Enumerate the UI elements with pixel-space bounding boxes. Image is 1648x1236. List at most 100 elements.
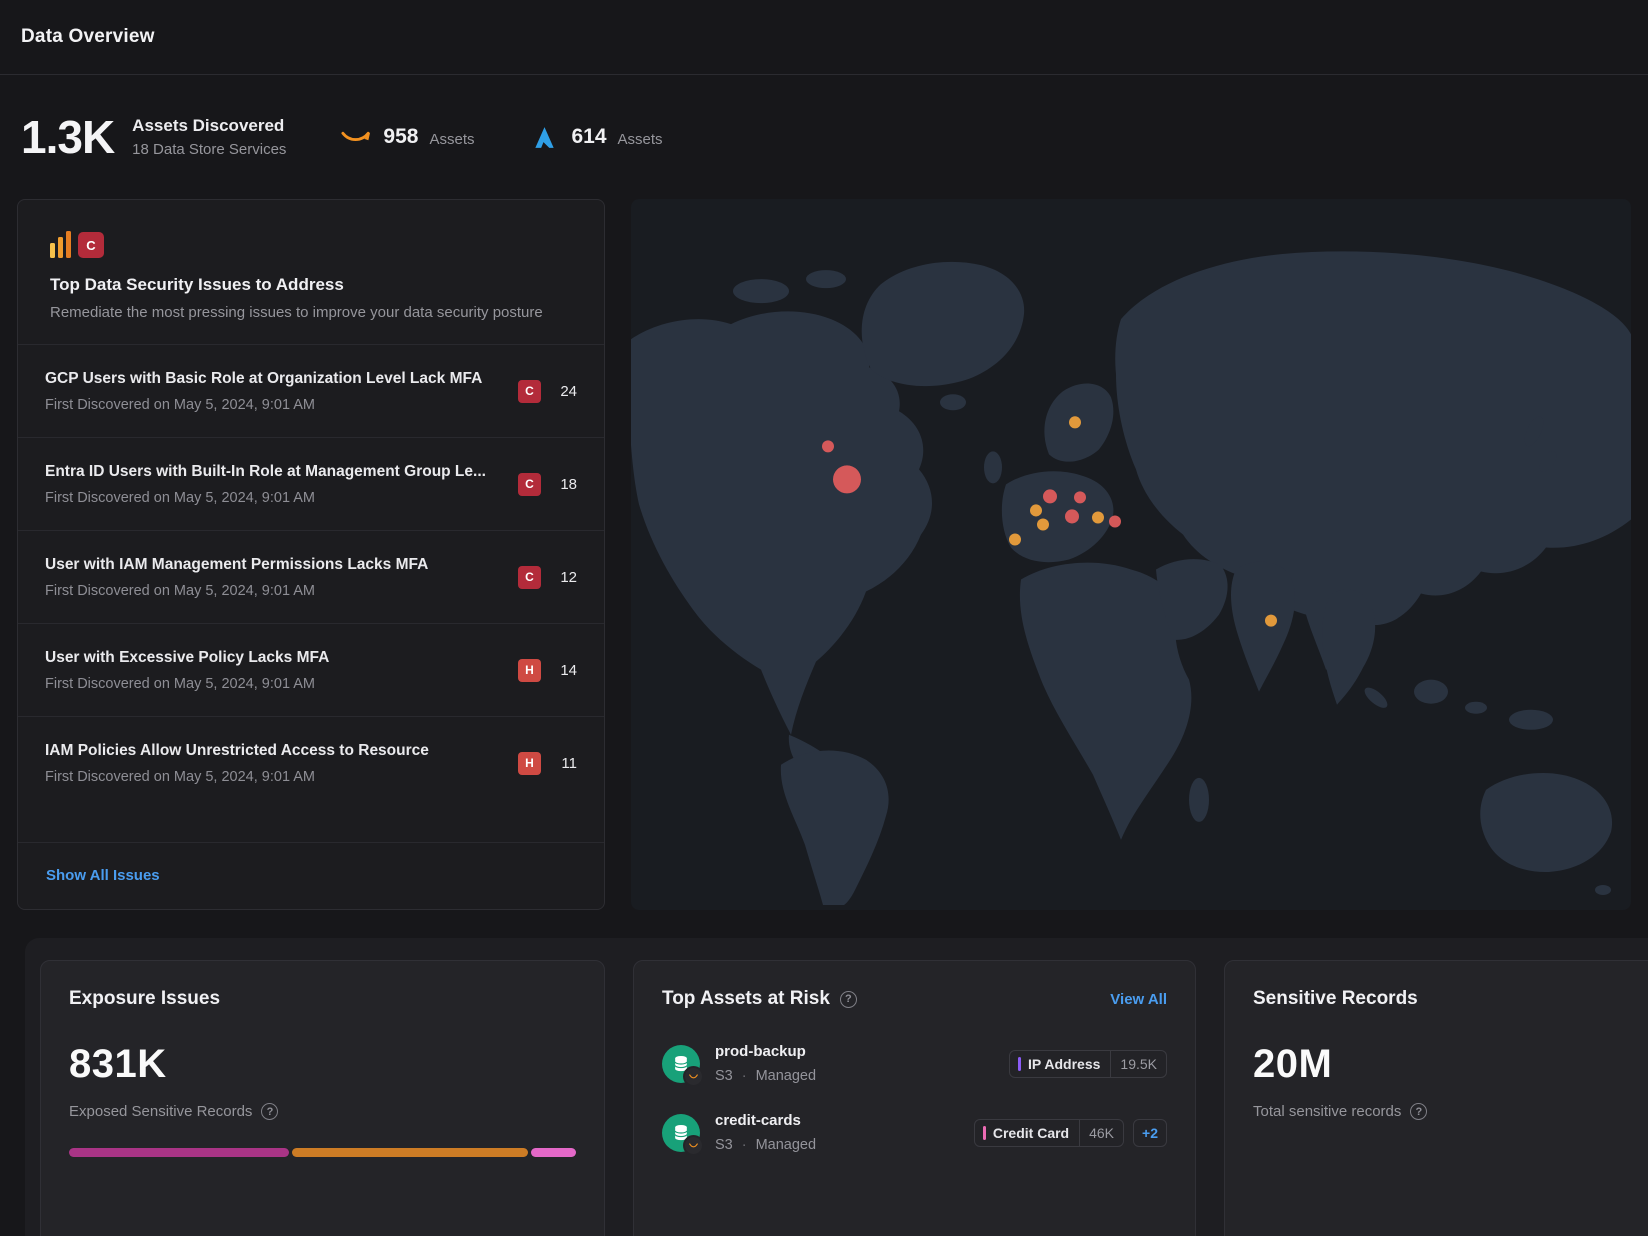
map-location-dot[interactable] (1030, 504, 1042, 516)
asset-locations-map (631, 199, 1631, 910)
exposure-value: 831K (69, 1042, 576, 1087)
help-icon[interactable]: ? (261, 1103, 278, 1120)
aws-assets-label: Assets (429, 131, 474, 148)
issue-title: Entra ID Users with Built-In Role at Man… (45, 462, 508, 482)
sensitive-records-card: Sensitive Records 20M Total sensitive re… (1224, 960, 1648, 1236)
assets-discovered-stat: 1.3K Assets Discovered 18 Data Store Ser… (21, 110, 286, 164)
map-landmasses (631, 251, 1631, 905)
map-location-dot[interactable] (1074, 491, 1086, 503)
sensitive-card-title: Sensitive Records (1253, 988, 1648, 1010)
issue-discovered: First Discovered on May 5, 2024, 9:01 AM (45, 397, 508, 413)
sensitive-data-tag: Credit Card 46K (974, 1119, 1124, 1147)
view-all-link[interactable]: View All (1110, 991, 1167, 1008)
map-location-dot[interactable] (833, 465, 861, 493)
issue-row[interactable]: GCP Users with Basic Role at Organizatio… (18, 344, 604, 437)
severity-badge: C (518, 566, 541, 589)
map-location-dot[interactable] (1092, 511, 1104, 523)
issue-row[interactable]: Entra ID Users with Built-In Role at Man… (18, 437, 604, 530)
map-location-dot[interactable] (822, 440, 834, 452)
bottom-metrics-section: Exposure Issues 831K Exposed Sensitive R… (25, 938, 1648, 1236)
tag-accent-bar (1018, 1057, 1021, 1071)
map-location-dot[interactable] (1037, 518, 1049, 530)
azure-icon (528, 123, 560, 151)
issue-title: GCP Users with Basic Role at Organizatio… (45, 369, 508, 389)
page-header: Data Overview (0, 0, 1648, 75)
severity-badge: H (518, 659, 541, 682)
exposure-card-title: Exposure Issues (69, 988, 576, 1010)
severity-badge: H (518, 752, 541, 775)
exposure-bar-segment (69, 1148, 289, 1157)
map-location-dot[interactable] (1009, 533, 1021, 545)
issue-count: 18 (541, 476, 577, 493)
issue-title: User with IAM Management Permissions Lac… (45, 555, 508, 575)
asset-name: credit-cards (715, 1112, 816, 1129)
sensitive-value: 20M (1253, 1042, 1648, 1087)
aws-mini-icon (683, 1066, 704, 1087)
exposure-bar-segment (292, 1148, 527, 1157)
azure-assets-count: 614 (571, 125, 606, 149)
tag-count: 46K (1079, 1120, 1123, 1146)
map-location-dot[interactable] (1043, 489, 1057, 503)
issue-count: 12 (541, 569, 577, 586)
issue-count: 11 (541, 755, 577, 772)
map-location-dot[interactable] (1069, 416, 1081, 428)
map-location-dot[interactable] (1065, 509, 1079, 523)
issues-card-header: C Top Data Security Issues to Address Re… (18, 200, 604, 344)
exposure-bar-segment (531, 1148, 576, 1157)
aws-icon (340, 123, 372, 151)
issues-bars-icon (50, 231, 71, 258)
issue-discovered: First Discovered on May 5, 2024, 9:01 AM (45, 769, 508, 785)
top-assets-at-risk-card: Top Assets at Risk ? View All (633, 960, 1196, 1236)
more-tags-badge[interactable]: +2 (1133, 1119, 1167, 1147)
critical-badge-icon: C (78, 232, 104, 258)
aws-assets-count: 958 (383, 125, 418, 149)
sensitive-label: Total sensitive records (1253, 1103, 1401, 1120)
severity-badge: C (518, 473, 541, 496)
issue-title: User with Excessive Policy Lacks MFA (45, 648, 508, 668)
issues-card-subtitle: Remediate the most pressing issues to im… (50, 304, 574, 321)
issue-count: 24 (541, 383, 577, 400)
issues-card-title: Top Data Security Issues to Address (50, 275, 574, 295)
asset-row[interactable]: prod-backup S3 · Managed IP Address 19.5… (662, 1043, 1167, 1084)
sensitive-data-tag: IP Address 19.5K (1009, 1050, 1167, 1078)
top-security-issues-card: C Top Data Security Issues to Address Re… (17, 199, 605, 910)
asset-service: S3 (715, 1137, 733, 1153)
datastore-icon (662, 1045, 700, 1083)
main-content: C Top Data Security Issues to Address Re… (17, 199, 1631, 910)
tag-label: IP Address (1028, 1056, 1100, 1072)
asset-status: Managed (756, 1068, 816, 1084)
exposure-label: Exposed Sensitive Records (69, 1103, 252, 1120)
azure-assets-label: Assets (618, 131, 663, 148)
map-location-dot[interactable] (1265, 615, 1277, 627)
assets-total-label: Assets Discovered (132, 116, 286, 136)
tag-label: Credit Card (993, 1125, 1069, 1141)
exposure-issues-card: Exposure Issues 831K Exposed Sensitive R… (40, 960, 605, 1236)
issue-title: IAM Policies Allow Unrestricted Access t… (45, 741, 508, 761)
datastore-icon (662, 1114, 700, 1152)
issue-discovered: First Discovered on May 5, 2024, 9:01 AM (45, 583, 508, 599)
issue-discovered: First Discovered on May 5, 2024, 9:01 AM (45, 676, 508, 692)
page-title: Data Overview (21, 26, 155, 48)
show-all-issues-link[interactable]: Show All Issues (46, 867, 160, 884)
asset-status: Managed (756, 1137, 816, 1153)
severity-badge: C (518, 380, 541, 403)
asset-service: S3 (715, 1068, 733, 1084)
tag-count: 19.5K (1110, 1051, 1166, 1077)
aws-mini-icon (683, 1135, 704, 1156)
help-icon[interactable]: ? (1410, 1103, 1427, 1120)
issue-discovered: First Discovered on May 5, 2024, 9:01 AM (45, 490, 508, 506)
assets-total-value: 1.3K (21, 110, 114, 164)
help-icon[interactable]: ? (840, 991, 857, 1008)
aws-assets-stat: 958 Assets (340, 123, 474, 151)
issue-row[interactable]: User with Excessive Policy Lacks MFA Fir… (18, 623, 604, 716)
data-store-services-label: 18 Data Store Services (132, 141, 286, 158)
data-overview-page: Data Overview 1.3K Assets Discovered 18 … (0, 0, 1648, 1236)
assets-summary: 1.3K Assets Discovered 18 Data Store Ser… (21, 76, 663, 198)
asset-row[interactable]: credit-cards S3 · Managed Credit Card 46… (662, 1112, 1167, 1153)
issue-row[interactable]: IAM Policies Allow Unrestricted Access t… (18, 716, 604, 809)
top-assets-title: Top Assets at Risk (662, 988, 830, 1010)
map-location-dot[interactable] (1109, 515, 1121, 527)
issue-row[interactable]: User with IAM Management Permissions Lac… (18, 530, 604, 623)
exposure-bar (69, 1148, 576, 1157)
issue-count: 14 (541, 662, 577, 679)
